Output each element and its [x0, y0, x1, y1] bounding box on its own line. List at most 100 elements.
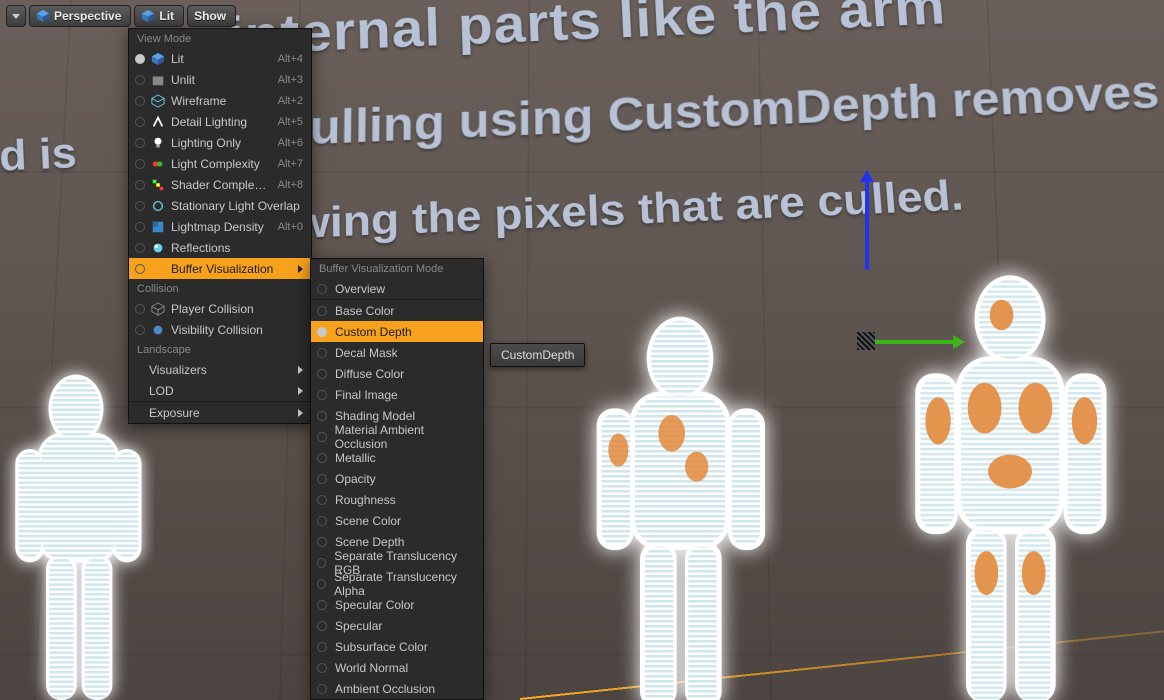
radio-icon: [317, 348, 327, 358]
radio-icon: [317, 369, 327, 379]
lightonly-icon: [151, 136, 165, 150]
radio-icon: [317, 537, 327, 547]
menu-item-lightmap-density[interactable]: Lightmap DensityAlt+0: [129, 216, 311, 237]
menu-item-visualizers[interactable]: Visualizers: [129, 359, 311, 380]
submenu-item-material-ambient-occlusion[interactable]: Material Ambient Occlusion: [311, 426, 483, 447]
stationary-icon: [151, 199, 165, 213]
lightmap-icon: [151, 220, 165, 234]
submenu-item-custom-depth[interactable]: Custom Depth: [311, 321, 483, 342]
radio-icon: [317, 663, 327, 673]
menu-item-reflections[interactable]: Reflections: [129, 237, 311, 258]
viewport-options-button[interactable]: [6, 5, 26, 27]
radio-icon: [317, 600, 327, 610]
buffer-icon: [151, 262, 165, 276]
radio-icon: [135, 325, 145, 335]
radio-icon: [317, 684, 327, 694]
lit-button[interactable]: Lit: [134, 5, 184, 27]
radio-icon: [317, 453, 327, 463]
chevron-down-icon: [12, 14, 20, 19]
submenu-item-world-normal[interactable]: World Normal: [311, 657, 483, 678]
show-label: Show: [194, 9, 226, 23]
radio-icon: [317, 284, 327, 294]
radio-icon: [317, 516, 327, 526]
submenu-item-subsurface-color[interactable]: Subsurface Color: [311, 636, 483, 657]
chevron-right-icon: [298, 387, 303, 395]
radio-icon: [135, 201, 145, 211]
submenu-item-specular[interactable]: Specular: [311, 615, 483, 636]
radio-icon: [135, 222, 145, 232]
perspective-button[interactable]: Perspective: [29, 5, 131, 27]
menu-item-light-complexity[interactable]: Light ComplexityAlt+7: [129, 153, 311, 174]
chevron-right-icon: [298, 265, 303, 273]
shortcut-label: Alt+3: [278, 74, 303, 86]
menu-item-shader-complexity[interactable]: Shader ComplexityAlt+8: [129, 174, 311, 195]
chevron-right-icon: [298, 366, 303, 374]
submenu-item-scene-color[interactable]: Scene Color: [311, 510, 483, 531]
world-text-line1a: internal parts like the arm: [227, 0, 947, 67]
show-button[interactable]: Show: [187, 5, 236, 27]
radio-icon: [317, 327, 327, 337]
submenu-item-separate-translucency-alpha[interactable]: Separate Translucency Alpha: [311, 573, 483, 594]
lit-label: Lit: [159, 9, 174, 23]
menu-item-exposure[interactable]: Exposure: [129, 402, 311, 423]
gizmo-y-axis[interactable]: [865, 340, 955, 344]
radio-icon: [317, 621, 327, 631]
tooltip-customdepth: CustomDepth: [490, 343, 585, 367]
submenu-item-ambient-occlusion[interactable]: Ambient Occlusion: [311, 678, 483, 699]
radio-icon: [135, 264, 145, 274]
menu-item-buffer-visualization[interactable]: Buffer Visualization: [129, 258, 311, 279]
vis-icon: [151, 323, 165, 337]
menu-item-player-collision[interactable]: Player Collision: [129, 298, 311, 319]
menu-item-stationary-light-overlap[interactable]: Stationary Light Overlap: [129, 195, 311, 216]
shortcut-label: Alt+6: [278, 137, 303, 149]
menu-item-lod[interactable]: LOD: [129, 380, 311, 401]
radio-icon: [317, 411, 327, 421]
shortcut-label: Alt+2: [278, 95, 303, 107]
menu-item-detail-lighting[interactable]: Detail LightingAlt+5: [129, 111, 311, 132]
lit-icon: [151, 52, 165, 66]
radio-icon: [317, 642, 327, 652]
radio-icon: [135, 159, 145, 169]
menu-section-landscape: Landscape: [129, 340, 311, 359]
menu-item-wireframe[interactable]: WireframeAlt+2: [129, 90, 311, 111]
shadercomp-icon: [151, 178, 165, 192]
reflect-icon: [151, 241, 165, 255]
world-text-line3: d is: [0, 129, 78, 181]
viewport-toolbar: Perspective Lit Show: [6, 5, 236, 27]
radio-icon: [135, 180, 145, 190]
menu-item-visibility-collision[interactable]: Visibility Collision: [129, 319, 311, 340]
world-text-line1: ulling using CustomDepth removes inner t…: [309, 49, 1164, 156]
gizmo-origin[interactable]: [857, 332, 875, 350]
radio-icon: [135, 117, 145, 127]
radio-icon: [317, 432, 327, 442]
radio-icon: [317, 558, 326, 568]
shortcut-label: Alt+0: [278, 221, 303, 233]
submenu-item-base-color[interactable]: Base Color: [311, 300, 483, 321]
shortcut-label: Alt+4: [278, 53, 303, 65]
submenu-item-roughness[interactable]: Roughness: [311, 489, 483, 510]
radio-icon: [135, 75, 145, 85]
submenu-item-decal-mask[interactable]: Decal Mask: [311, 342, 483, 363]
submenu-item-opacity[interactable]: Opacity: [311, 468, 483, 489]
radio-icon: [135, 304, 145, 314]
radio-icon: [317, 390, 327, 400]
shortcut-label: Alt+5: [278, 116, 303, 128]
menu-section-collision: Collision: [129, 279, 311, 298]
gizmo-z-axis[interactable]: [865, 180, 869, 270]
character-actor-3: [850, 260, 1164, 700]
viewport-3d[interactable]: internal parts like the arm ulling using…: [0, 0, 1164, 700]
shortcut-label: Alt+7: [278, 158, 303, 170]
player-icon: [151, 302, 165, 316]
wireframe-icon: [151, 94, 165, 108]
submenu-item-final-image[interactable]: Final Image: [311, 384, 483, 405]
submenu-item-overview[interactable]: Overview: [311, 278, 483, 299]
menu-section-viewmode: View Mode: [129, 29, 311, 48]
floor-edge: [520, 604, 1164, 700]
submenu-item-diffuse-color[interactable]: Diffuse Color: [311, 363, 483, 384]
menu-item-lit[interactable]: LitAlt+4: [129, 48, 311, 69]
cube-lit-icon: [141, 9, 155, 23]
menu-item-unlit[interactable]: UnlitAlt+3: [129, 69, 311, 90]
radio-icon: [317, 495, 327, 505]
menu-item-lighting-only[interactable]: Lighting OnlyAlt+6: [129, 132, 311, 153]
radio-icon: [135, 243, 145, 253]
